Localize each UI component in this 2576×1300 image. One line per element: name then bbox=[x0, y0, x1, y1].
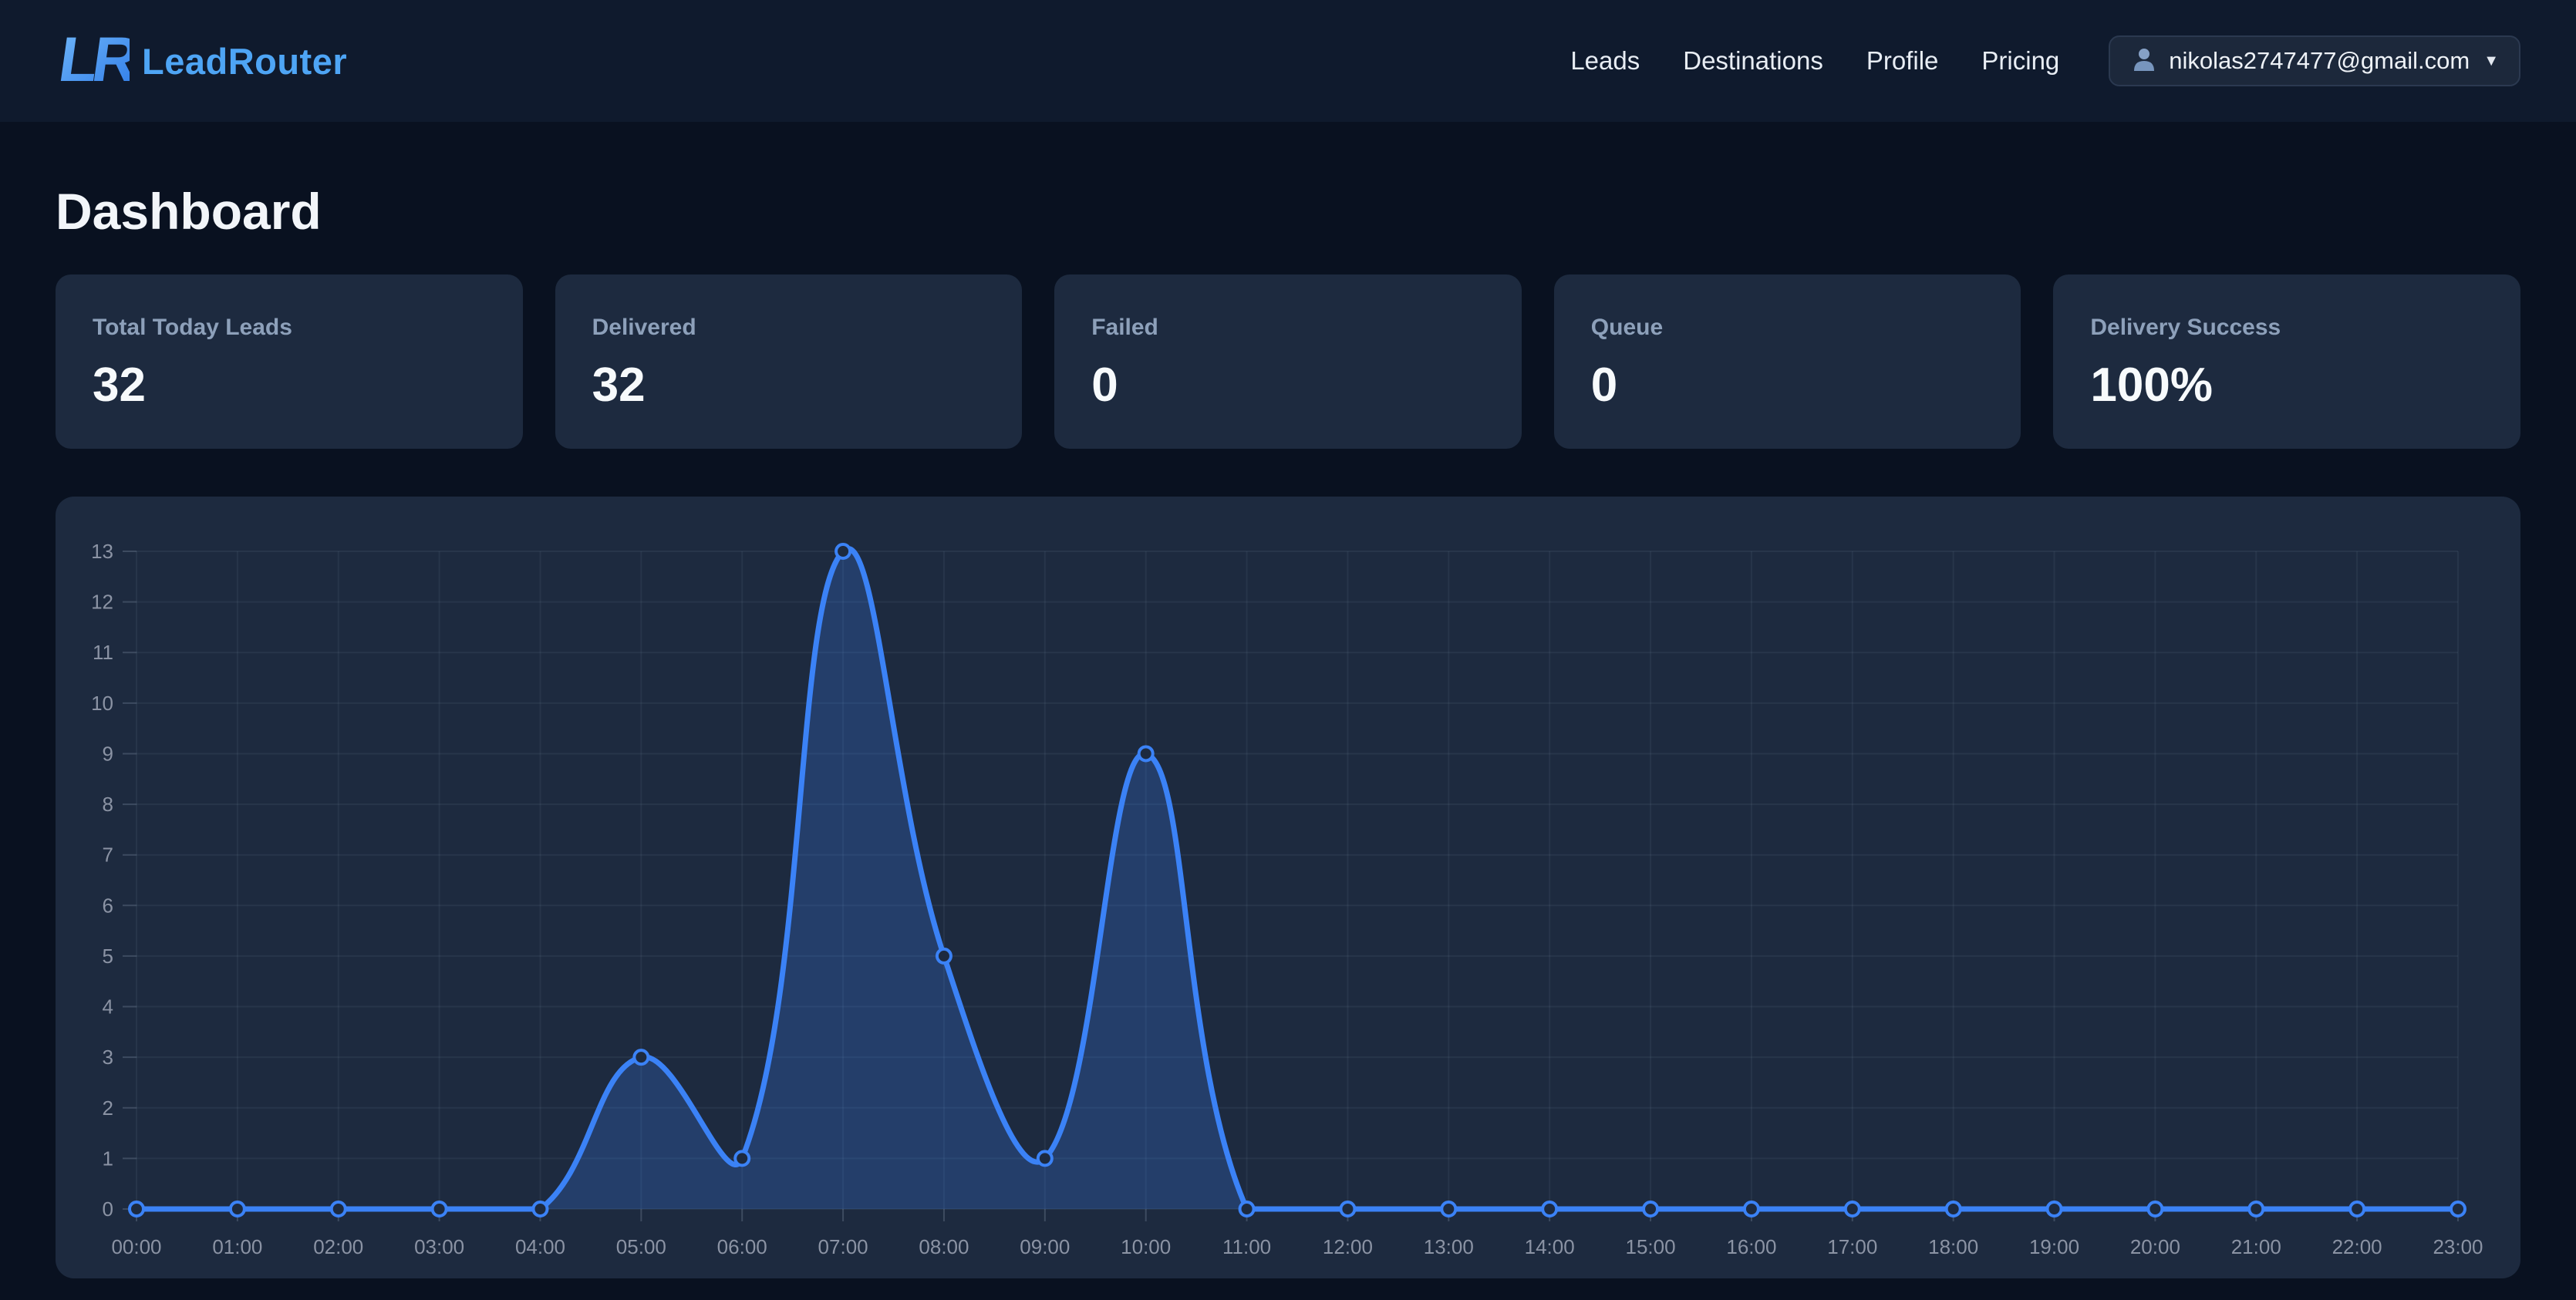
svg-text:02:00: 02:00 bbox=[313, 1235, 363, 1258]
svg-text:11:00: 11:00 bbox=[1222, 1235, 1271, 1258]
svg-text:11: 11 bbox=[93, 641, 113, 664]
svg-text:13: 13 bbox=[91, 540, 113, 563]
stat-value: 100% bbox=[2090, 358, 2483, 413]
caret-down-icon: ▼ bbox=[2483, 52, 2499, 70]
page-title: Dashboard bbox=[56, 184, 2520, 239]
dashboard-main: Dashboard Total Today Leads 32 Delivered… bbox=[0, 184, 2576, 1278]
nav-item-leads[interactable]: Leads bbox=[1570, 46, 1640, 76]
svg-text:19:00: 19:00 bbox=[2029, 1235, 2079, 1258]
chart-x-axis-labels: 00:00 01:00 02:00 03:00 04:00 05:00 06:00 07:00… bbox=[111, 1235, 2483, 1258]
chart-points bbox=[130, 544, 2465, 1216]
top-navigation-bar: LR LeadRouter Leads Destinations Profile… bbox=[0, 0, 2576, 122]
svg-text:09:00: 09:00 bbox=[1020, 1235, 1070, 1258]
chart-grid bbox=[123, 551, 2458, 1221]
svg-text:7: 7 bbox=[103, 844, 113, 867]
svg-text:12:00: 12:00 bbox=[1323, 1235, 1373, 1258]
brand-logo[interactable]: LR LeadRouter bbox=[56, 22, 347, 100]
chart-y-axis-labels: 012345678910111213 bbox=[91, 540, 113, 1221]
stat-label: Total Today Leads bbox=[93, 315, 486, 341]
leads-chart-svg: 012345678910111213 00:0001:0002:0003:000… bbox=[56, 497, 2520, 1278]
svg-text:21:00: 21:00 bbox=[2231, 1235, 2281, 1258]
svg-text:17:00: 17:00 bbox=[1827, 1235, 1877, 1258]
svg-text:8: 8 bbox=[103, 793, 113, 816]
stat-cards-row: Total Today Leads 32 Delivered 32 Failed… bbox=[56, 274, 2520, 449]
svg-text:4: 4 bbox=[103, 995, 113, 1019]
svg-text:22:00: 22:00 bbox=[2332, 1235, 2382, 1258]
svg-text:5: 5 bbox=[103, 945, 113, 968]
svg-text:1: 1 bbox=[103, 1147, 113, 1170]
svg-text:18:00: 18:00 bbox=[1928, 1235, 1978, 1258]
lr-logo-icon: LR bbox=[56, 22, 130, 100]
svg-text:9: 9 bbox=[103, 742, 113, 765]
main-nav: Leads Destinations Profile Pricing bbox=[1570, 46, 2059, 76]
svg-text:16:00: 16:00 bbox=[1726, 1235, 1776, 1258]
svg-text:10:00: 10:00 bbox=[1121, 1235, 1171, 1258]
svg-text:05:00: 05:00 bbox=[616, 1235, 666, 1258]
stat-card-delivery-success: Delivery Success 100% bbox=[2053, 274, 2520, 449]
user-email: nikolas2747477@gmail.com bbox=[2169, 47, 2470, 75]
stat-card-total-today-leads: Total Today Leads 32 bbox=[56, 274, 523, 449]
stat-label: Delivered bbox=[592, 315, 986, 341]
brand-name: LeadRouter bbox=[142, 40, 347, 83]
svg-text:20:00: 20:00 bbox=[2130, 1235, 2180, 1258]
user-menu-button[interactable]: nikolas2747477@gmail.com ▼ bbox=[2109, 35, 2520, 86]
svg-text:04:00: 04:00 bbox=[515, 1235, 565, 1258]
svg-text:03:00: 03:00 bbox=[414, 1235, 464, 1258]
stat-card-queue: Queue 0 bbox=[1554, 274, 2021, 449]
svg-text:08:00: 08:00 bbox=[919, 1235, 969, 1258]
user-avatar-icon bbox=[2130, 45, 2158, 77]
leads-per-hour-chart: 012345678910111213 00:0001:0002:0003:000… bbox=[56, 497, 2520, 1278]
svg-text:13:00: 13:00 bbox=[1424, 1235, 1474, 1258]
stat-card-delivered: Delivered 32 bbox=[555, 274, 1023, 449]
svg-text:10: 10 bbox=[91, 692, 113, 715]
svg-text:3: 3 bbox=[103, 1046, 113, 1069]
stat-label: Queue bbox=[1591, 315, 1984, 341]
chart-line bbox=[137, 549, 2458, 1209]
nav-item-profile[interactable]: Profile bbox=[1866, 46, 1939, 76]
stat-value: 32 bbox=[592, 358, 986, 413]
svg-text:23:00: 23:00 bbox=[2433, 1235, 2483, 1258]
stat-value: 32 bbox=[93, 358, 486, 413]
stat-label: Failed bbox=[1091, 315, 1485, 341]
svg-text:LR: LR bbox=[56, 24, 130, 95]
svg-text:07:00: 07:00 bbox=[818, 1235, 868, 1258]
svg-text:15:00: 15:00 bbox=[1626, 1235, 1676, 1258]
svg-text:12: 12 bbox=[91, 591, 113, 614]
chart-area-fill bbox=[137, 549, 2458, 1209]
nav-item-destinations[interactable]: Destinations bbox=[1683, 46, 1823, 76]
svg-text:00:00: 00:00 bbox=[111, 1235, 161, 1258]
svg-text:0: 0 bbox=[103, 1197, 113, 1221]
svg-text:01:00: 01:00 bbox=[212, 1235, 262, 1258]
stat-card-failed: Failed 0 bbox=[1054, 274, 1522, 449]
svg-text:14:00: 14:00 bbox=[1525, 1235, 1575, 1258]
nav-item-pricing[interactable]: Pricing bbox=[1981, 46, 2059, 76]
svg-text:6: 6 bbox=[103, 894, 113, 917]
stat-label: Delivery Success bbox=[2090, 315, 2483, 341]
svg-text:2: 2 bbox=[103, 1096, 113, 1120]
stat-value: 0 bbox=[1591, 358, 1984, 413]
svg-text:06:00: 06:00 bbox=[717, 1235, 767, 1258]
stat-value: 0 bbox=[1091, 358, 1485, 413]
